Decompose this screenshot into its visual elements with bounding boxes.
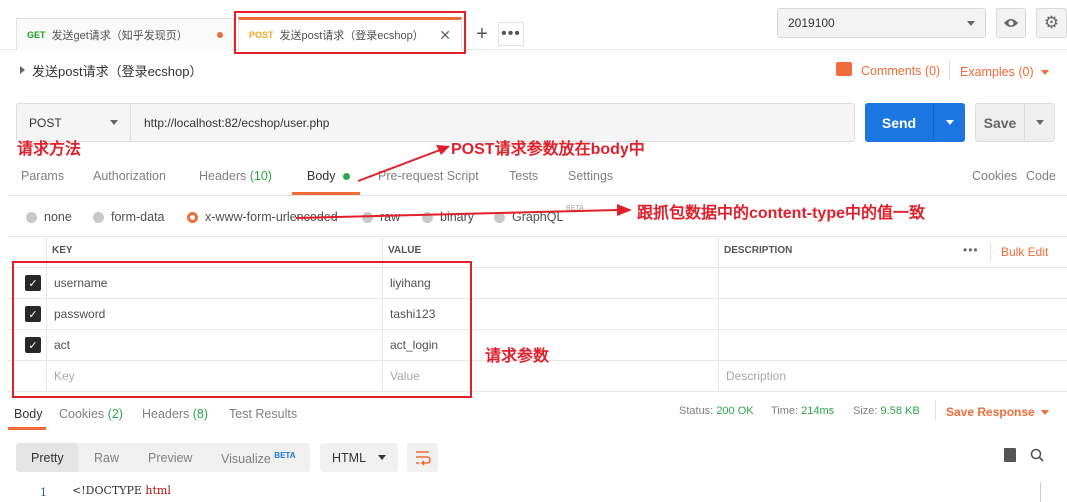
arrow-content-type-line — [295, 209, 619, 219]
arrow-body-line — [357, 149, 441, 182]
arrow-content-type-head — [617, 204, 632, 216]
annotation-arrows — [295, 145, 632, 219]
